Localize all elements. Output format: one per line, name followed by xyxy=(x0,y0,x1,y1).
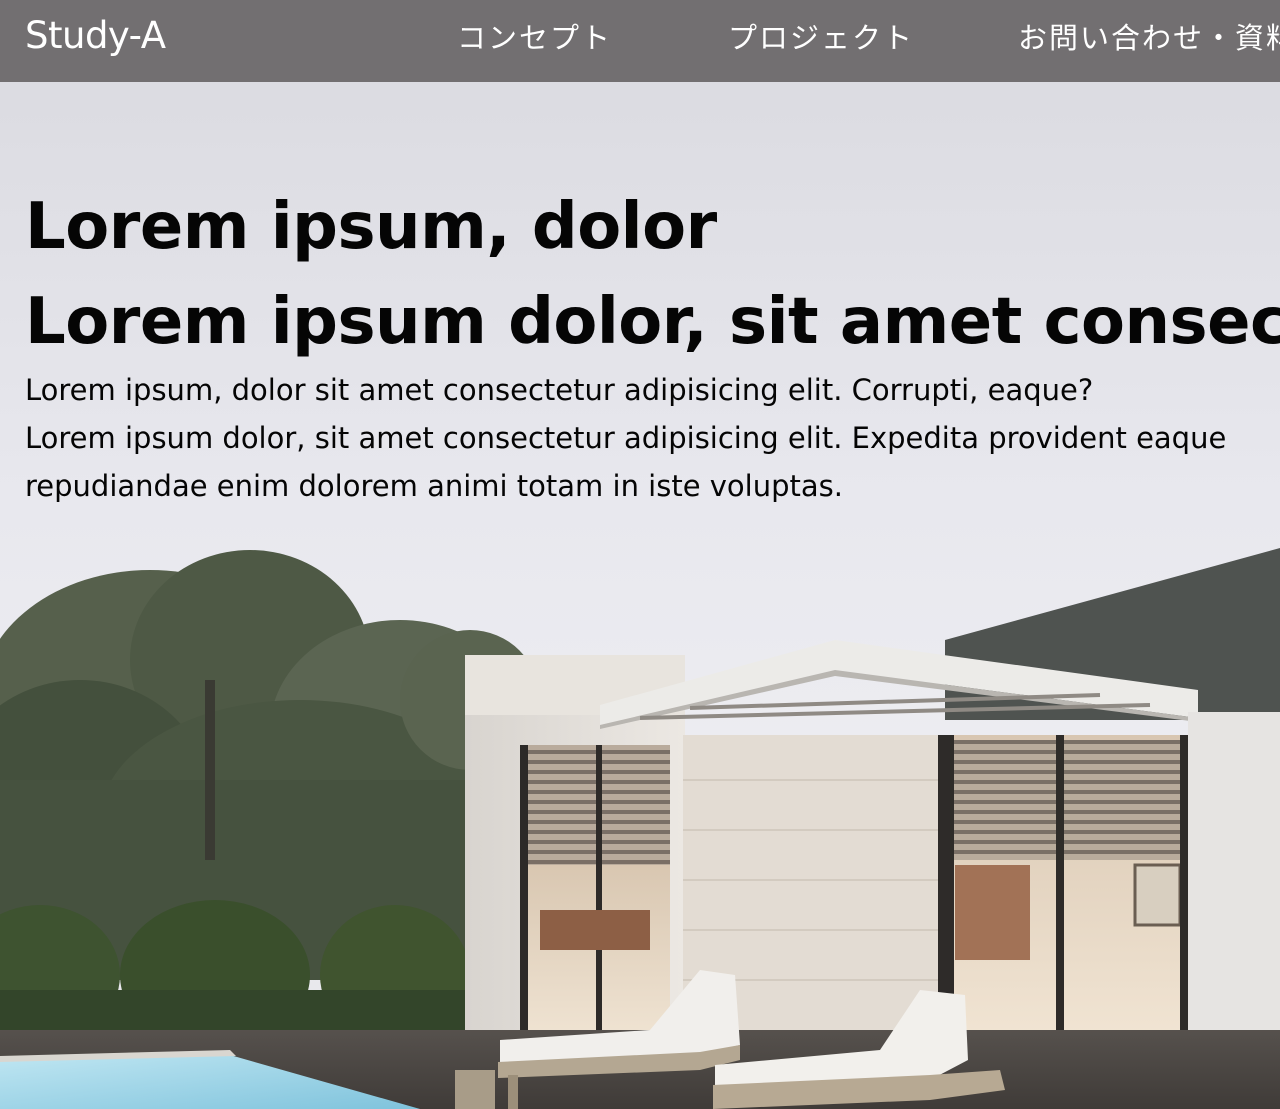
main-nav: コンセプト プロジェクト お問い合わせ・資料 xyxy=(0,0,1280,82)
hero-description-line-3: repudiandae enim dolorem animi totam in … xyxy=(25,469,843,503)
nav-item-project[interactable]: プロジェクト xyxy=(728,20,914,56)
landing-page: Study-A コンセプト プロジェクト お問い合わせ・資料 Lorem ips… xyxy=(0,0,1280,1109)
hero-description: Lorem ipsum, dolor sit amet consectetur … xyxy=(25,366,1280,510)
hero-background-image xyxy=(0,0,1280,1109)
hero-title: Lorem ipsum, dolor Lorem ipsum dolor, si… xyxy=(25,180,1280,370)
nav-item-contact[interactable]: お問い合わせ・資料 xyxy=(1018,20,1280,56)
hero-title-line-1: Lorem ipsum, dolor xyxy=(25,190,717,264)
hero-description-line-1: Lorem ipsum, dolor sit amet consectetur … xyxy=(25,373,1094,407)
nav-item-concept[interactable]: コンセプト xyxy=(457,20,612,56)
hero-title-line-2: Lorem ipsum dolor, sit amet consectetur xyxy=(25,285,1280,359)
site-header: Study-A コンセプト プロジェクト お問い合わせ・資料 xyxy=(0,0,1280,82)
hero-description-line-2: Lorem ipsum dolor, sit amet consectetur … xyxy=(25,421,1227,455)
hero-section: Lorem ipsum, dolor Lorem ipsum dolor, si… xyxy=(25,180,1280,510)
